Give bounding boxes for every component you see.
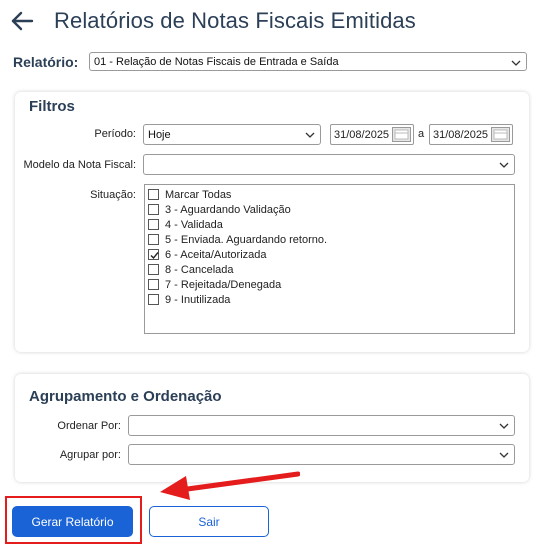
status-item[interactable]: 9 - Inutilizada <box>148 292 514 307</box>
report-row: Relatório: 01 - Relação de Notas Fiscais… <box>13 52 527 71</box>
status-checkbox[interactable] <box>148 189 159 200</box>
grouping-title: Agrupamento e Ordenação <box>29 388 222 405</box>
order-label: Ordenar Por: <box>57 420 121 432</box>
order-select[interactable] <box>128 415 515 436</box>
annotation-arrow-icon <box>160 471 300 500</box>
status-checkbox[interactable] <box>148 219 159 230</box>
report-select[interactable]: 01 - Relação de Notas Fiscais de Entrada… <box>89 52 527 71</box>
status-item[interactable]: 3 - Aguardando Validação <box>148 202 514 217</box>
status-item[interactable]: 5 - Enviada. Aguardando retorno. <box>148 232 514 247</box>
group-label: Agrupar por: <box>59 449 121 461</box>
status-label: Situação: <box>90 189 136 201</box>
page-title: Relatórios de Notas Fiscais Emitidas <box>54 8 416 33</box>
period-select[interactable]: Hoje <box>143 124 321 145</box>
status-item[interactable]: 4 - Validada <box>148 217 514 232</box>
status-item[interactable]: Marcar Todas <box>148 187 514 202</box>
status-item[interactable]: 8 - Cancelada <box>148 262 514 277</box>
status-item-label: 8 - Cancelada <box>165 263 234 276</box>
report-page: Relatórios de Notas Fiscais Emitidas Rel… <box>0 0 541 550</box>
date-from-value: 31/08/2025 <box>334 128 390 141</box>
status-item-label: Marcar Todas <box>165 188 232 201</box>
status-checkbox[interactable] <box>148 294 159 305</box>
date-to-input[interactable]: 31/08/2025 <box>429 124 513 145</box>
status-items: Marcar Todas 3 - Aguardando Validação 4 - … <box>148 187 514 307</box>
filters-title: Filtros <box>29 98 75 115</box>
back-arrow-icon[interactable] <box>8 7 36 35</box>
calendar-icon[interactable] <box>491 127 510 142</box>
model-select[interactable] <box>143 154 515 175</box>
chevron-down-icon <box>499 162 509 168</box>
status-item[interactable]: 6 - Aceita/Autorizada <box>148 247 514 262</box>
status-checkbox[interactable] <box>148 264 159 275</box>
chevron-down-icon <box>499 423 509 429</box>
status-item-label: 3 - Aguardando Validação <box>165 203 291 216</box>
status-item[interactable]: 7 - Rejeitada/Denegada <box>148 277 514 292</box>
status-item-label: 9 - Inutilizada <box>165 293 231 306</box>
date-from-input[interactable]: 31/08/2025 <box>330 124 414 145</box>
chevron-down-icon <box>499 452 509 458</box>
date-to-value: 31/08/2025 <box>433 128 489 141</box>
status-item-label: 4 - Validada <box>165 218 223 231</box>
status-checkbox[interactable] <box>148 234 159 245</box>
calendar-icon[interactable] <box>392 127 411 142</box>
exit-button[interactable]: Sair <box>149 506 269 537</box>
period-label: Período: <box>94 128 136 140</box>
status-list[interactable]: Marcar Todas 3 - Aguardando Validação 4 - … <box>144 184 515 334</box>
status-item-label: 5 - Enviada. Aguardando retorno. <box>165 233 328 246</box>
status-item-label: 6 - Aceita/Autorizada <box>165 248 267 261</box>
status-checkbox[interactable] <box>148 279 159 290</box>
generate-report-button[interactable]: Gerar Relatório <box>12 506 133 537</box>
filters-card: Filtros Período: Hoje 31/08/2025 a 31/08… <box>15 92 529 352</box>
status-checkbox[interactable] <box>148 249 159 260</box>
chevron-down-icon <box>305 132 315 138</box>
report-label: Relatório: <box>13 53 79 70</box>
model-label: Modelo da Nota Fiscal: <box>23 159 137 171</box>
chevron-down-icon <box>511 60 521 66</box>
status-item-label: 7 - Rejeitada/Denegada <box>165 278 282 291</box>
period-select-value: Hoje <box>148 128 171 141</box>
date-separator: a <box>418 128 425 140</box>
checkmark-icon <box>150 252 159 260</box>
status-checkbox[interactable] <box>148 204 159 215</box>
report-select-value: 01 - Relação de Notas Fiscais de Entrada… <box>94 55 339 68</box>
header: Relatórios de Notas Fiscais Emitidas <box>8 6 416 36</box>
